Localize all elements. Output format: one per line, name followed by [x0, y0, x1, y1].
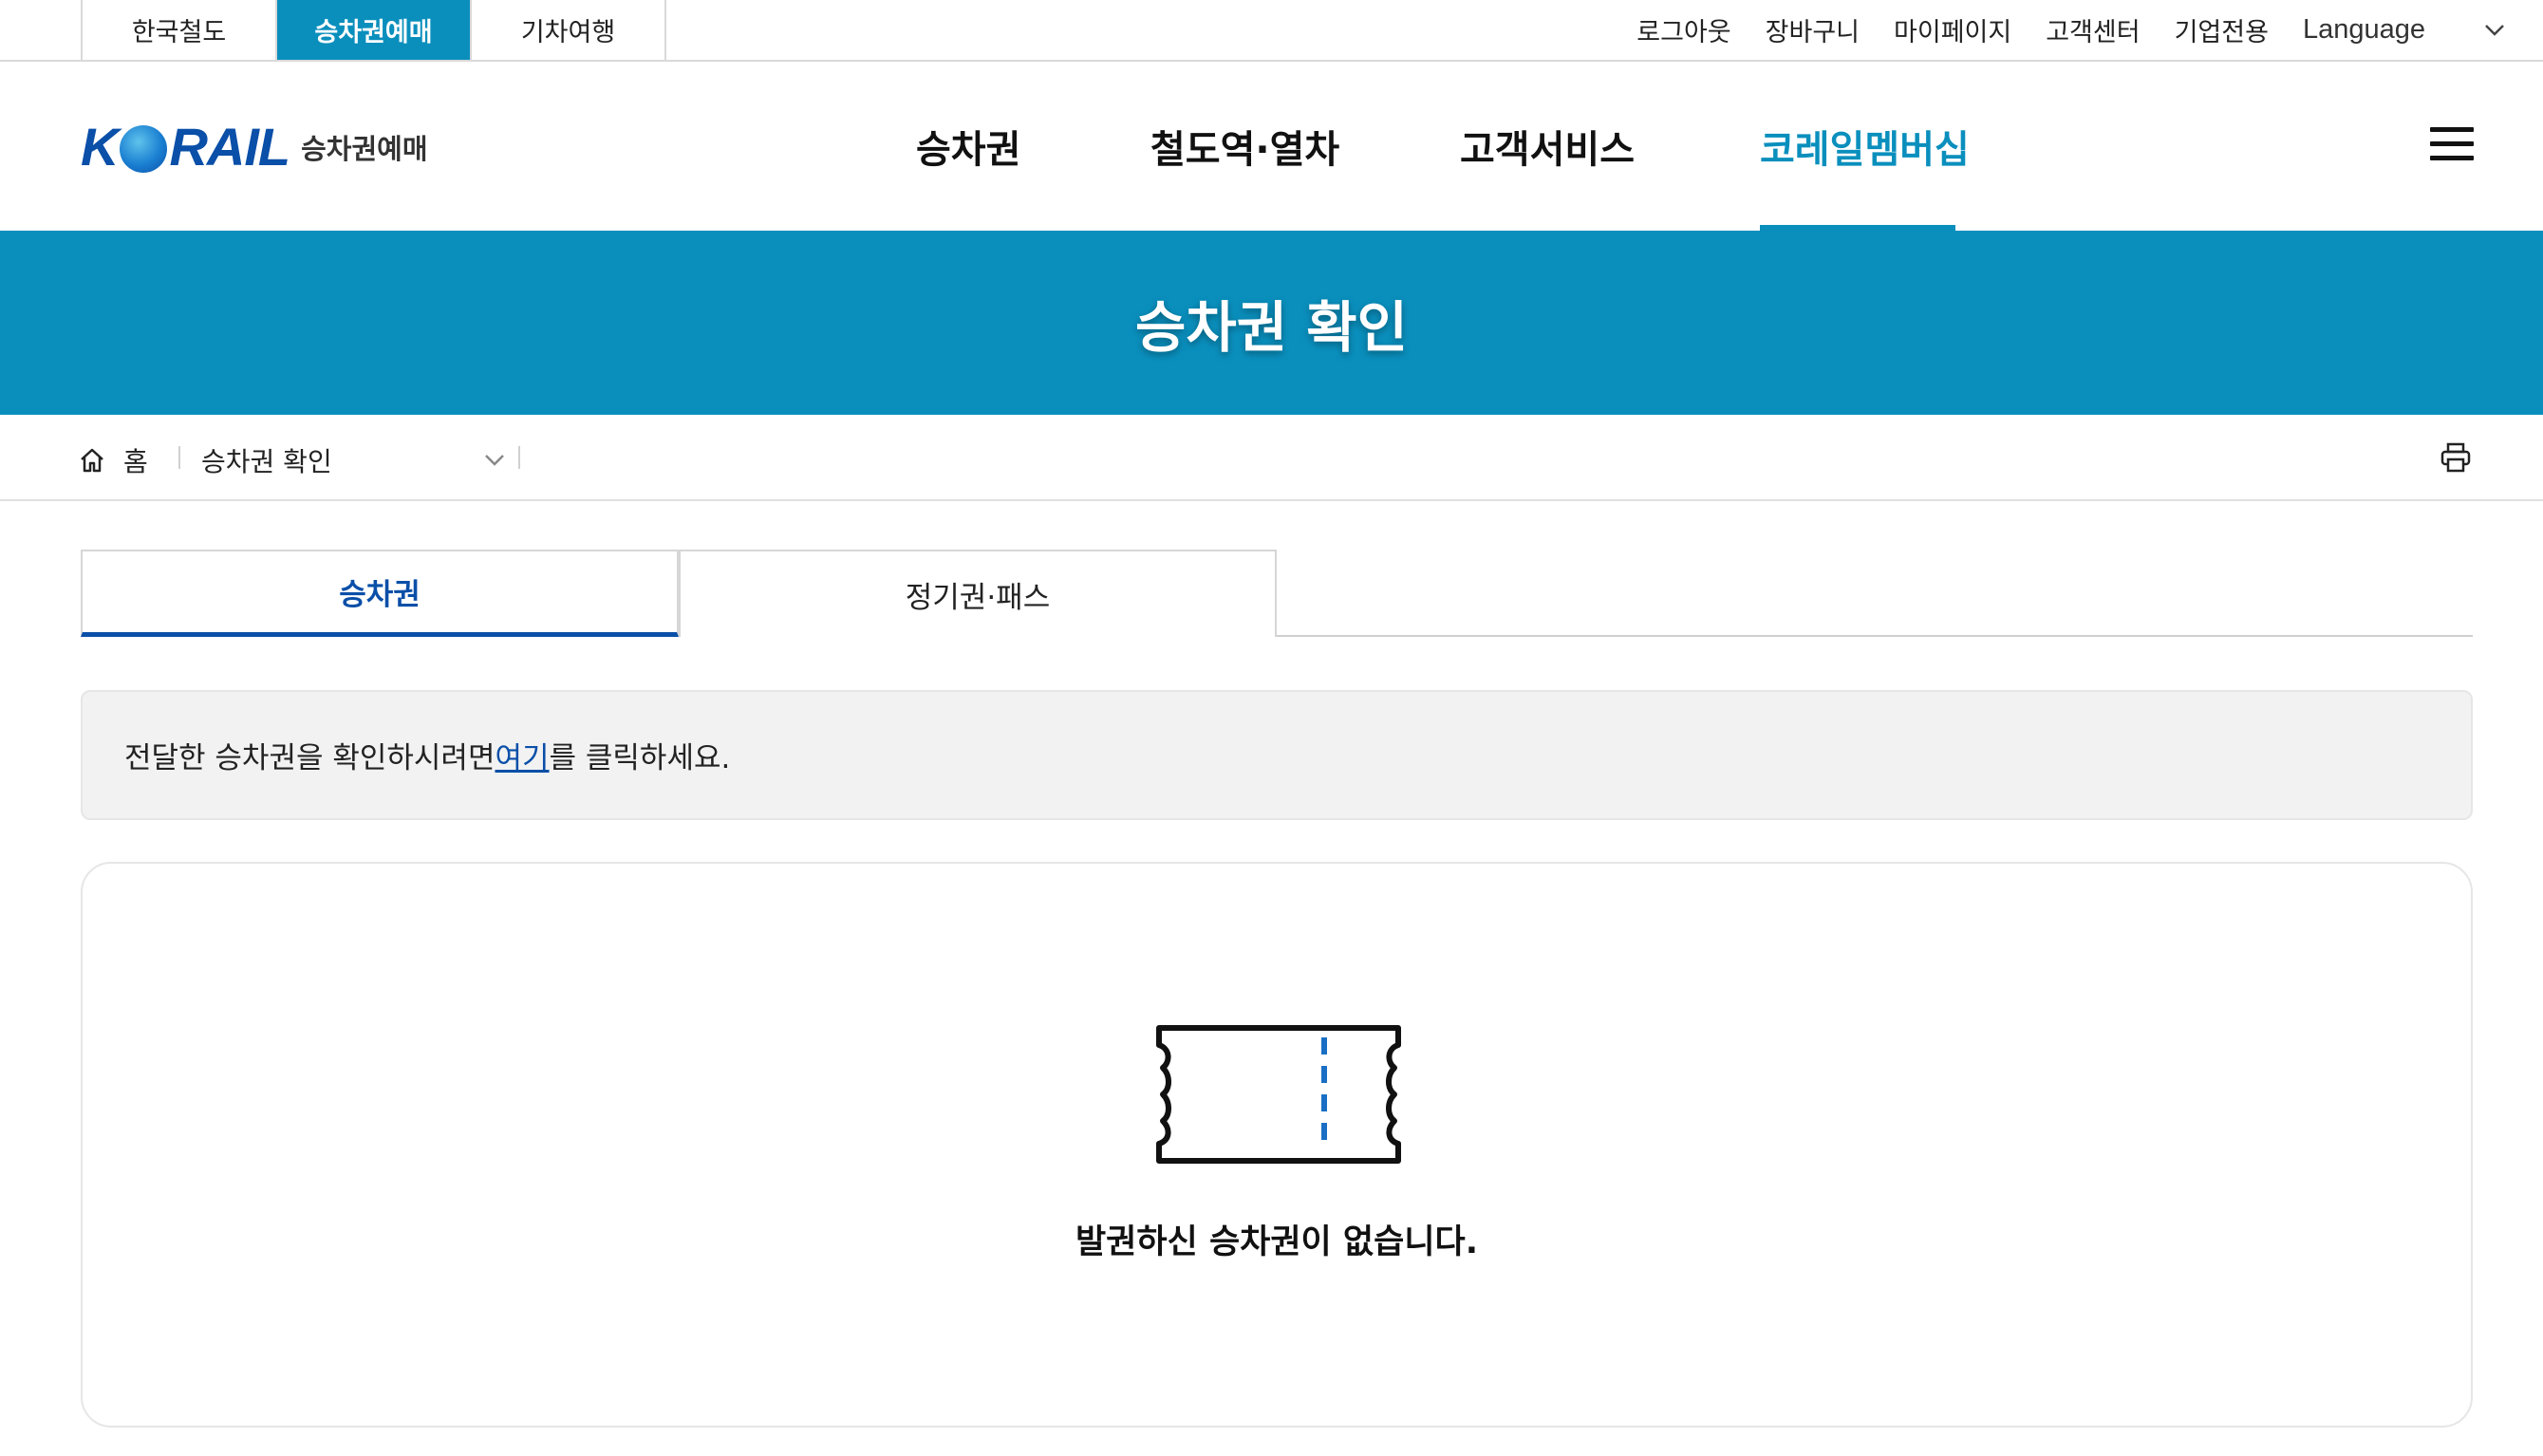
page-title: 승차권 확인 — [1135, 295, 1408, 360]
info-text-before: 전달한 승차권을 확인하시려면 — [124, 741, 496, 775]
info-text-after: 를 클릭하세요. — [549, 741, 731, 775]
info-notice: 전달한 승차권을 확인하시려면 여기 를 클릭하세요. — [81, 690, 2473, 820]
site-tab-korail[interactable]: 한국철도 — [83, 0, 277, 60]
customer-center-link[interactable]: 고객센터 — [2046, 11, 2140, 48]
breadcrumb: 홈 승차권 확인 — [0, 415, 2543, 501]
home-icon — [81, 448, 103, 473]
print-button[interactable] — [2440, 441, 2472, 477]
ticket-type-tabs: 승차권 정기권·패스 — [81, 550, 2473, 637]
info-here-link[interactable]: 여기 — [495, 734, 549, 776]
mypage-link[interactable]: 마이페이지 — [1894, 11, 2011, 48]
breadcrumb-current-select[interactable]: 승차권 확인 — [201, 441, 505, 479]
logout-link[interactable]: 로그아웃 — [1636, 11, 1730, 48]
main-header: K RAIL 승차권예매 승차권 철도역·열차 고객서비스 코레일멤버십 — [0, 62, 2543, 231]
nav-ticket[interactable]: 승차권 — [916, 119, 1020, 174]
breadcrumb-current-label: 승차권 확인 — [201, 446, 332, 477]
site-tab-train-travel[interactable]: 기차여행 — [472, 0, 666, 60]
global-nav: 승차권 철도역·열차 고객서비스 코레일멤버십 — [0, 62, 2543, 231]
site-tab-ticket-reservation[interactable]: 승차권예매 — [277, 0, 472, 60]
breadcrumb-divider — [178, 446, 180, 469]
printer-icon — [2440, 442, 2471, 473]
menu-hamburger-icon[interactable] — [2430, 127, 2474, 161]
nav-station-train[interactable]: 철도역·열차 — [1150, 119, 1339, 174]
breadcrumb-divider — [518, 446, 520, 469]
tab-commuter-pass[interactable]: 정기권·패스 — [679, 550, 1277, 637]
site-tabs: 한국철도 승차권예매 기차여행 — [81, 0, 666, 60]
page-banner: 승차권 확인 — [0, 231, 2543, 415]
utility-bar: 한국철도 승차권예매 기차여행 로그아웃 장바구니 마이페이지 고객센터 기업전… — [0, 0, 2543, 62]
nav-korail-membership[interactable]: 코레일멤버십 — [1760, 119, 1970, 174]
language-select[interactable]: Language — [2303, 14, 2505, 46]
breadcrumb-home-label: 홈 — [123, 446, 148, 477]
corporate-link[interactable]: 기업전용 — [2175, 11, 2269, 48]
language-label: Language — [2302, 14, 2425, 45]
cart-link[interactable]: 장바구니 — [1766, 11, 1860, 48]
chevron-down-icon — [2485, 24, 2504, 36]
utility-links: 로그아웃 장바구니 마이페이지 고객센터 기업전용 Language — [1602, 0, 2505, 60]
tab-ticket[interactable]: 승차권 — [81, 550, 679, 637]
nav-customer-service[interactable]: 고객서비스 — [1460, 119, 1635, 174]
empty-state-message: 발권하신 승차권이 없습니다. — [1075, 1223, 1479, 1261]
breadcrumb-home[interactable]: 홈 — [78, 441, 148, 479]
chevron-down-icon — [484, 455, 504, 466]
ticket-list-panel: 발권하신 승차권이 없습니다. — [81, 862, 2473, 1428]
ticket-icon — [1155, 1024, 1402, 1168]
